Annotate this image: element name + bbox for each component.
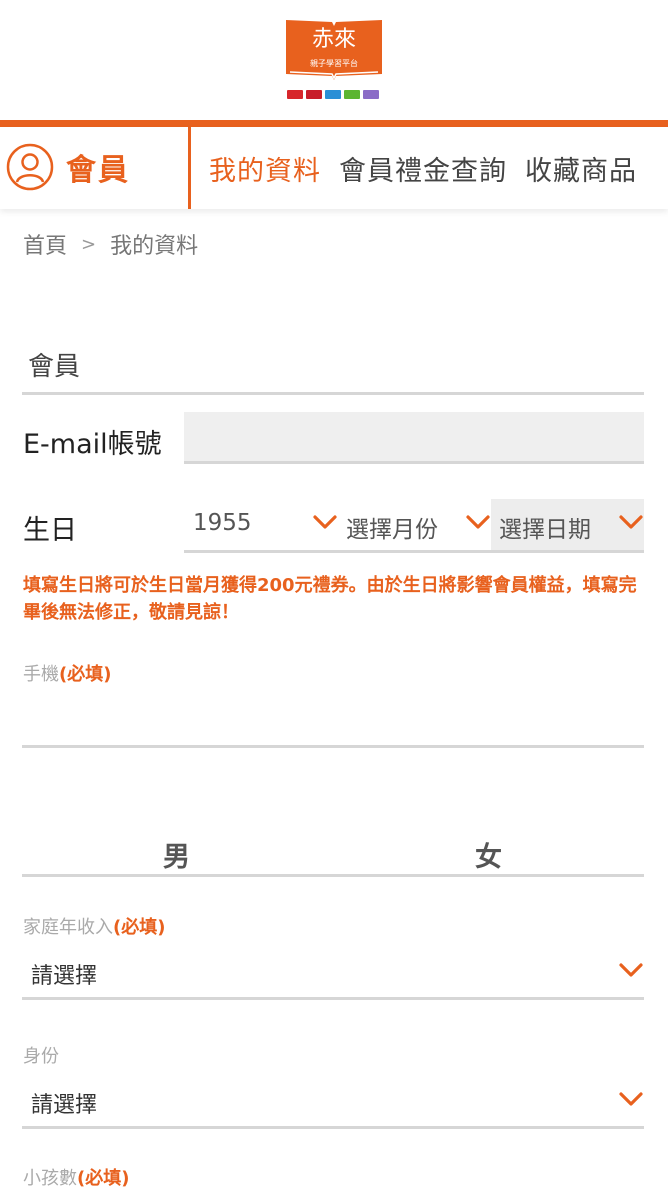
- email-label: E-mail帳號: [23, 429, 162, 460]
- phone-underline: [22, 745, 644, 748]
- logo-text: 赤來: [312, 27, 356, 52]
- gender-female-option[interactable]: 女: [475, 835, 502, 874]
- birthday-day-placeholder: 選擇日期: [499, 517, 591, 543]
- partner-logo-strip: [287, 90, 379, 99]
- section-title: 會員: [28, 352, 81, 382]
- chevron-down-icon: [619, 963, 643, 977]
- member-label: 會員: [66, 153, 130, 188]
- breadcrumb: 首頁 > 我的資料: [23, 228, 198, 260]
- birthday-notice: 填寫生日將可於生日當月獲得200元禮券。由於生日將影響會員權益，填寫完畢後無法修…: [23, 575, 637, 623]
- income-select[interactable]: 請選擇: [31, 958, 97, 990]
- chevron-down-icon: [466, 515, 490, 529]
- gender-underline: [22, 874, 644, 877]
- tab-member-credit[interactable]: 會員禮金查詢: [339, 149, 507, 188]
- logo-subtext: 親子學習平台: [310, 58, 358, 68]
- section-divider: [22, 392, 644, 395]
- birthday-label: 生日: [23, 515, 77, 546]
- phone-label: 手機(必填): [23, 664, 112, 685]
- tab-my-profile[interactable]: 我的資料: [209, 149, 321, 188]
- member-heading: 會員: [6, 143, 130, 191]
- tab-favorites[interactable]: 收藏商品: [525, 149, 637, 188]
- birthday-month-select[interactable]: 選擇月份: [346, 510, 438, 544]
- member-nav: 會員 我的資料 會員禮金查詢 收藏商品: [0, 127, 668, 209]
- gender-male-option[interactable]: 男: [163, 835, 190, 874]
- breadcrumb-current: 我的資料: [110, 234, 199, 259]
- birthday-year-select[interactable]: 1955: [193, 510, 252, 536]
- identity-label: 身份: [23, 1046, 59, 1067]
- identity-select[interactable]: 請選擇: [31, 1087, 97, 1119]
- breadcrumb-home[interactable]: 首頁: [23, 228, 67, 260]
- income-underline: [22, 997, 644, 1000]
- chevron-down-icon: [619, 515, 643, 529]
- header-accent-bar: [0, 120, 668, 127]
- breadcrumb-separator: >: [81, 233, 97, 255]
- user-icon: [6, 143, 54, 191]
- children-label: 小孩數(必填): [23, 1168, 130, 1188]
- site-header: 赤來 親子學習平台: [0, 0, 668, 120]
- chevron-down-icon: [619, 1092, 643, 1106]
- birthday-underline: [184, 550, 644, 553]
- nav-divider: [188, 127, 191, 209]
- identity-underline: [22, 1126, 644, 1129]
- income-label: 家庭年收入(必填): [23, 917, 166, 938]
- chevron-down-icon: [313, 515, 337, 529]
- logo-icon[interactable]: 赤來 親子學習平台: [284, 16, 384, 84]
- email-field[interactable]: [184, 412, 644, 464]
- phone-input[interactable]: [22, 690, 644, 745]
